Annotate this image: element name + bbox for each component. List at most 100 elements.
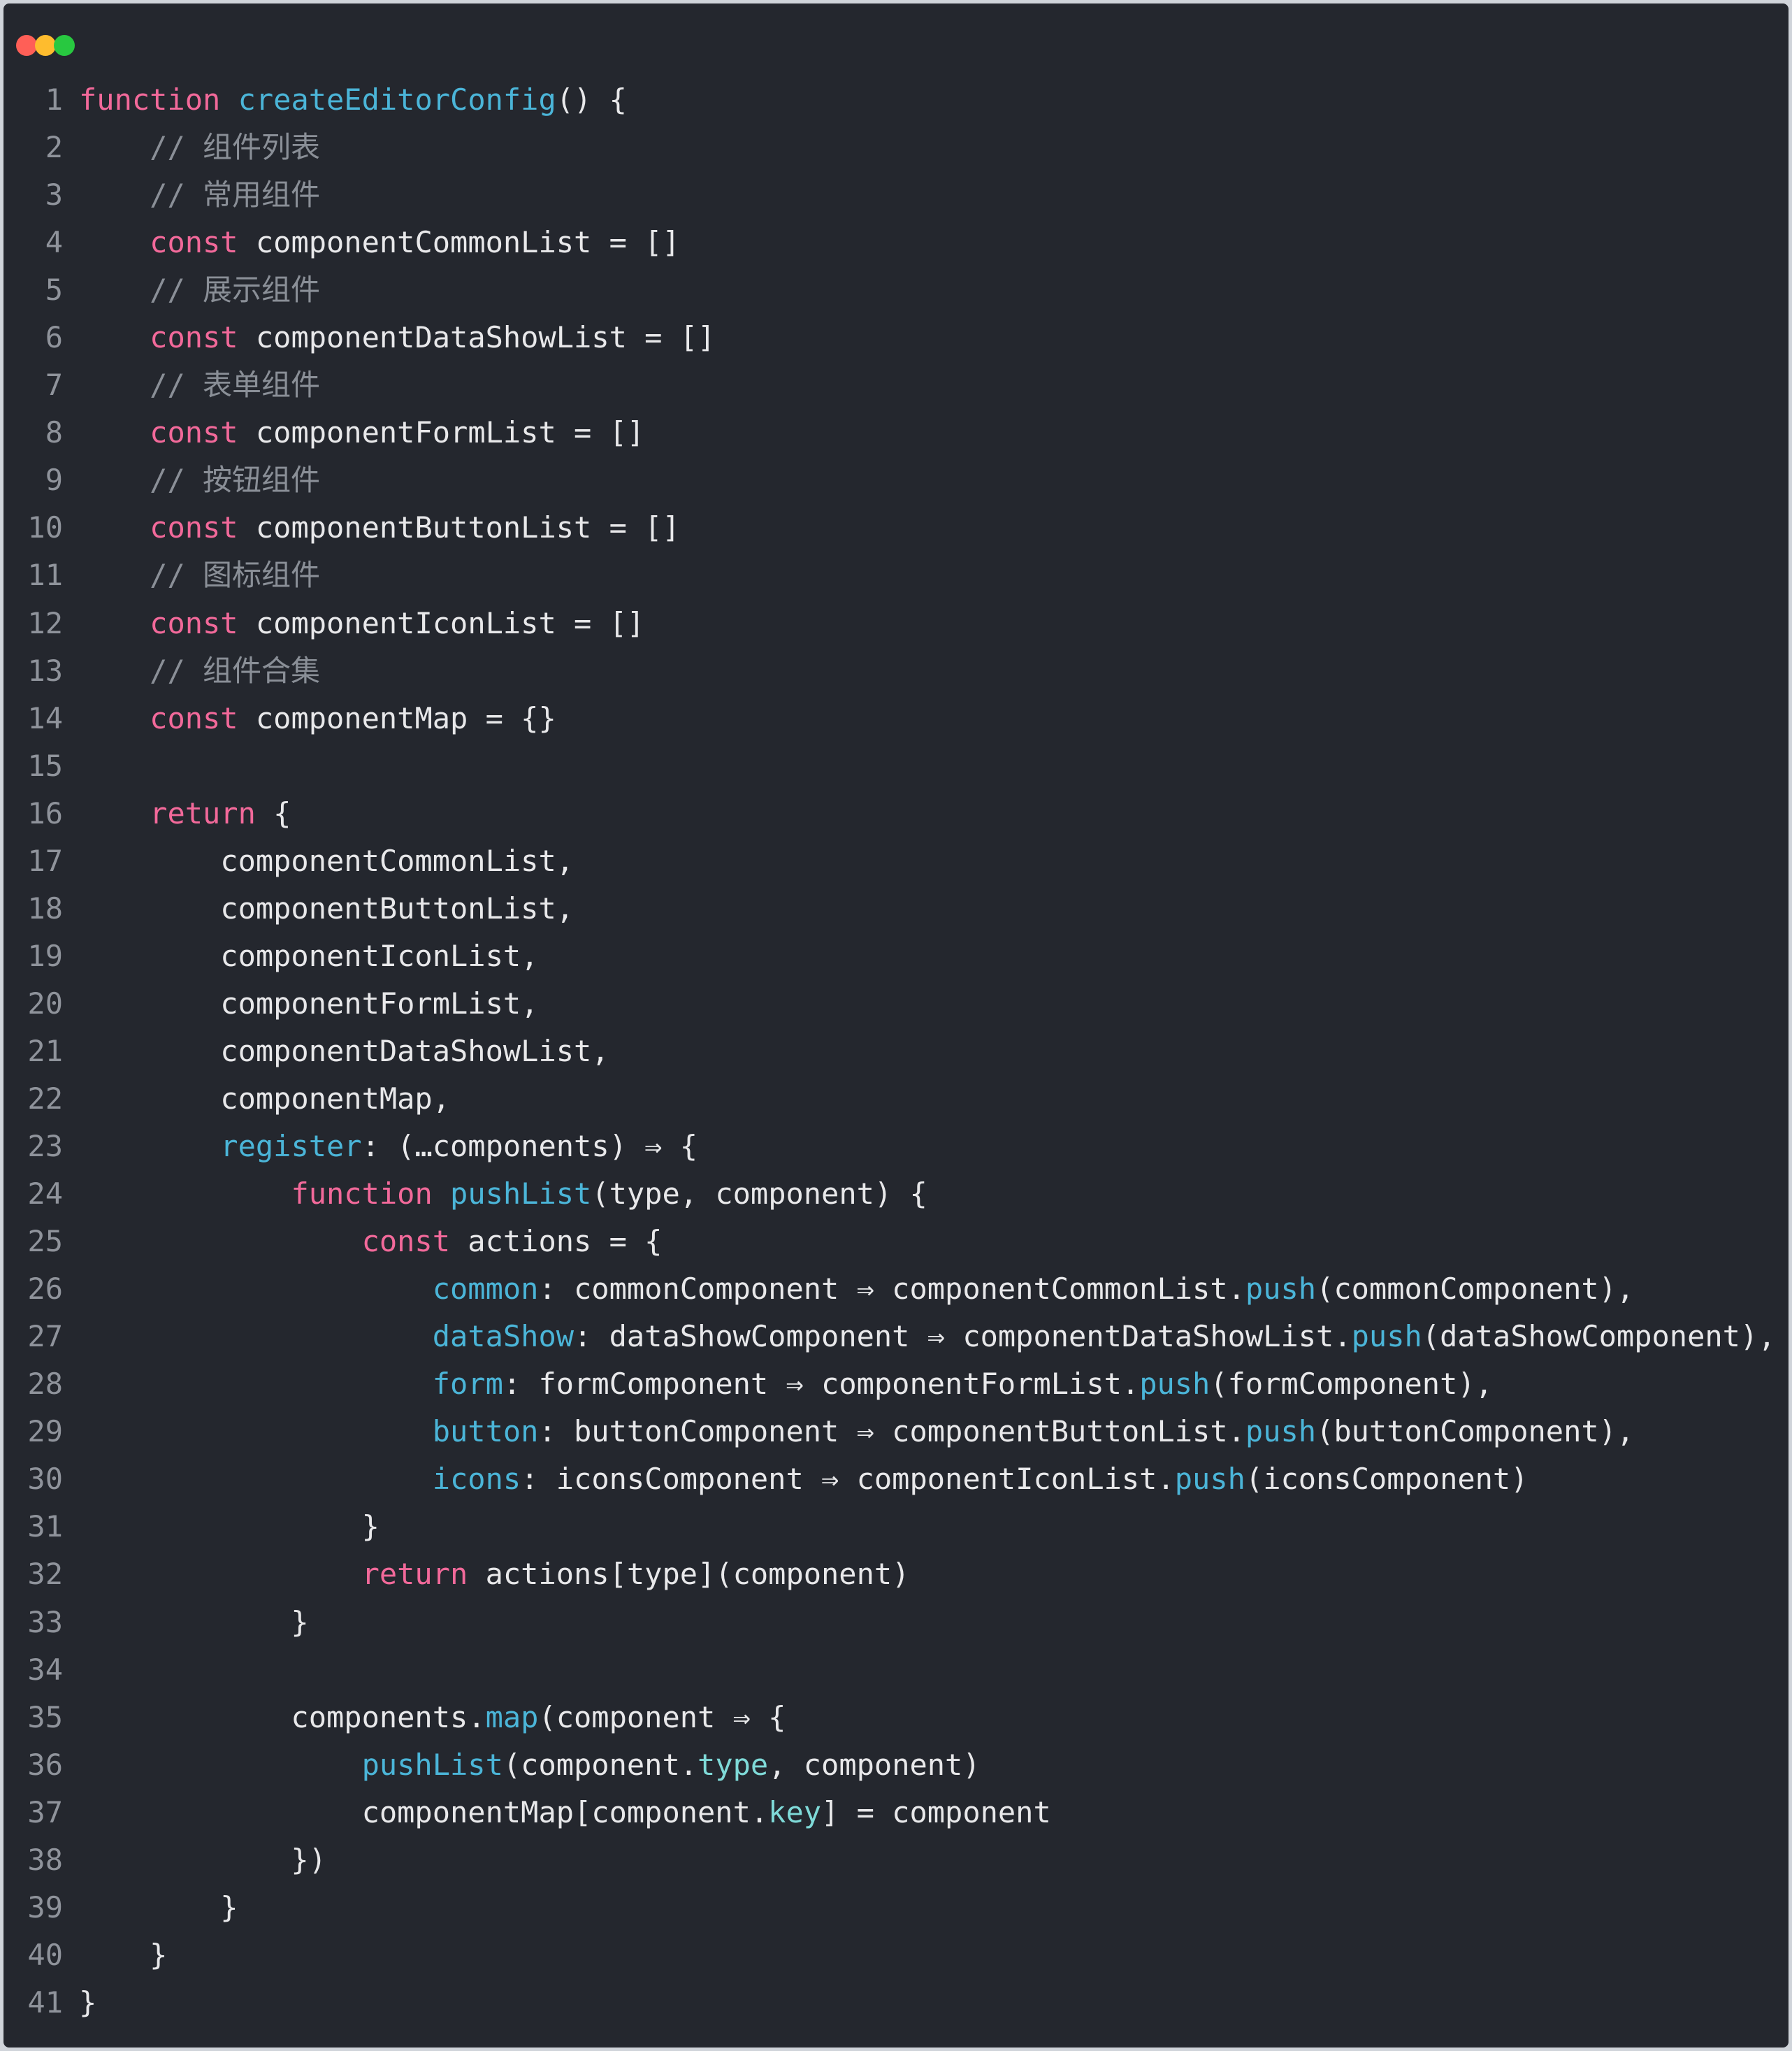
line-number: 33 bbox=[27, 1604, 63, 1639]
line-source: button: buttonComponent ⇒ componentButto… bbox=[79, 1408, 1634, 1455]
line-source: const componentMap = {} bbox=[79, 695, 556, 742]
code-line: 11 // 图标组件 bbox=[3, 552, 1789, 599]
line-number: 18 bbox=[27, 891, 63, 926]
line-source: icons: iconsComponent ⇒ componentIconLis… bbox=[79, 1455, 1529, 1503]
line-number: 11 bbox=[27, 558, 63, 593]
code-token: (dataShowComponent), bbox=[1422, 1319, 1776, 1354]
code-line: 28 form: formComponent ⇒ componentFormLi… bbox=[3, 1360, 1789, 1408]
code-editor[interactable]: 1 function createEditorConfig() {2 // 组件列… bbox=[3, 76, 1789, 2027]
code-line: 15 bbox=[3, 742, 1789, 790]
line-source: dataShow: dataShowComponent ⇒ componentD… bbox=[79, 1313, 1776, 1360]
line-source: // 表单组件 bbox=[79, 361, 320, 409]
code-token: // 按钮组件 bbox=[150, 463, 321, 498]
line-number: 6 bbox=[45, 320, 63, 355]
code-line: 35 components.map(component ⇒ { bbox=[3, 1694, 1789, 1741]
code-token: componentMap = {} bbox=[238, 700, 556, 735]
code-token: componentButtonList, bbox=[79, 891, 575, 926]
code-line: 25 const actions = { bbox=[3, 1218, 1789, 1265]
line-number: 34 bbox=[27, 1652, 63, 1687]
code-line: 13 // 组件合集 bbox=[3, 647, 1789, 695]
code-line: 41} bbox=[3, 1979, 1789, 2027]
line-number: 16 bbox=[27, 796, 63, 830]
code-token: const bbox=[361, 1224, 451, 1259]
code-line: 26 common: commonComponent ⇒ componentCo… bbox=[3, 1265, 1789, 1313]
code-token: button bbox=[432, 1414, 539, 1449]
line-source: form: formComponent ⇒ componentFormList.… bbox=[79, 1360, 1493, 1408]
code-token: map bbox=[485, 1699, 539, 1734]
line-source: componentFormList, bbox=[79, 980, 538, 1028]
code-token: componentFormList, bbox=[79, 986, 539, 1021]
code-token: : (…components) ⇒ { bbox=[361, 1129, 698, 1164]
line-source: common: commonComponent ⇒ componentCommo… bbox=[79, 1265, 1634, 1313]
code-token: function bbox=[291, 1176, 433, 1211]
line-source: componentDataShowList, bbox=[79, 1028, 609, 1075]
line-number: 19 bbox=[27, 938, 63, 973]
line-source: componentCommonList, bbox=[79, 837, 574, 885]
line-number: 41 bbox=[27, 1985, 63, 2020]
code-line: 33 } bbox=[3, 1599, 1789, 1646]
code-token: actions = { bbox=[450, 1224, 663, 1259]
code-token: // 图标组件 bbox=[150, 558, 321, 593]
code-token: pushList bbox=[361, 1747, 503, 1782]
code-token: (type, component) { bbox=[591, 1176, 927, 1211]
code-line: 24 function pushList(type, component) { bbox=[3, 1170, 1789, 1218]
close-window-icon[interactable] bbox=[16, 35, 37, 56]
code-line: 34 bbox=[3, 1646, 1789, 1694]
line-source: // 按钮组件 bbox=[79, 456, 320, 504]
code-token: : formComponent ⇒ componentFormList. bbox=[503, 1367, 1140, 1402]
code-token: const bbox=[150, 225, 238, 260]
code-token: return bbox=[361, 1557, 468, 1592]
code-token: componentMap, bbox=[79, 1081, 451, 1116]
code-token: () { bbox=[556, 82, 627, 117]
code-token: const bbox=[150, 700, 238, 735]
code-line: 3 // 常用组件 bbox=[3, 171, 1789, 219]
code-token: componentDataShowList = [] bbox=[238, 320, 716, 355]
line-source: } bbox=[79, 1599, 308, 1646]
code-line: 31 } bbox=[3, 1503, 1789, 1550]
code-token: const bbox=[150, 320, 238, 355]
code-line: 5 // 展示组件 bbox=[3, 266, 1789, 314]
line-number: 7 bbox=[45, 368, 63, 403]
line-number: 3 bbox=[45, 178, 63, 213]
line-source: return actions[type](component) bbox=[79, 1550, 910, 1598]
code-token: componentIconList = [] bbox=[238, 605, 645, 640]
line-number: 40 bbox=[27, 1937, 63, 1972]
code-token: componentCommonList, bbox=[79, 843, 575, 878]
line-number: 20 bbox=[27, 986, 63, 1021]
code-token: } bbox=[79, 1985, 97, 2020]
zoom-window-icon[interactable] bbox=[54, 35, 75, 56]
line-number: 2 bbox=[45, 130, 63, 165]
line-number: 32 bbox=[27, 1557, 63, 1592]
line-source: } bbox=[79, 1979, 96, 2027]
code-line: 8 const componentFormList = [] bbox=[3, 409, 1789, 456]
code-line: 6 const componentDataShowList = [] bbox=[3, 314, 1789, 361]
line-number: 36 bbox=[27, 1747, 63, 1782]
code-token: common bbox=[432, 1272, 539, 1307]
code-token: return bbox=[150, 796, 256, 830]
minimize-window-icon[interactable] bbox=[35, 35, 56, 56]
code-line: 14 const componentMap = {} bbox=[3, 695, 1789, 742]
code-line: 9 // 按钮组件 bbox=[3, 456, 1789, 504]
code-line: 22 componentMap, bbox=[3, 1075, 1789, 1123]
code-line: 38 }) bbox=[3, 1836, 1789, 1884]
window-titlebar bbox=[3, 3, 1789, 80]
code-token: : commonComponent ⇒ componentCommonList. bbox=[538, 1272, 1245, 1307]
line-source: // 常用组件 bbox=[79, 171, 320, 219]
code-token: const bbox=[150, 510, 238, 545]
line-number: 8 bbox=[45, 415, 63, 450]
line-source: componentIconList, bbox=[79, 933, 538, 980]
code-token: componentFormList = [] bbox=[238, 415, 645, 450]
